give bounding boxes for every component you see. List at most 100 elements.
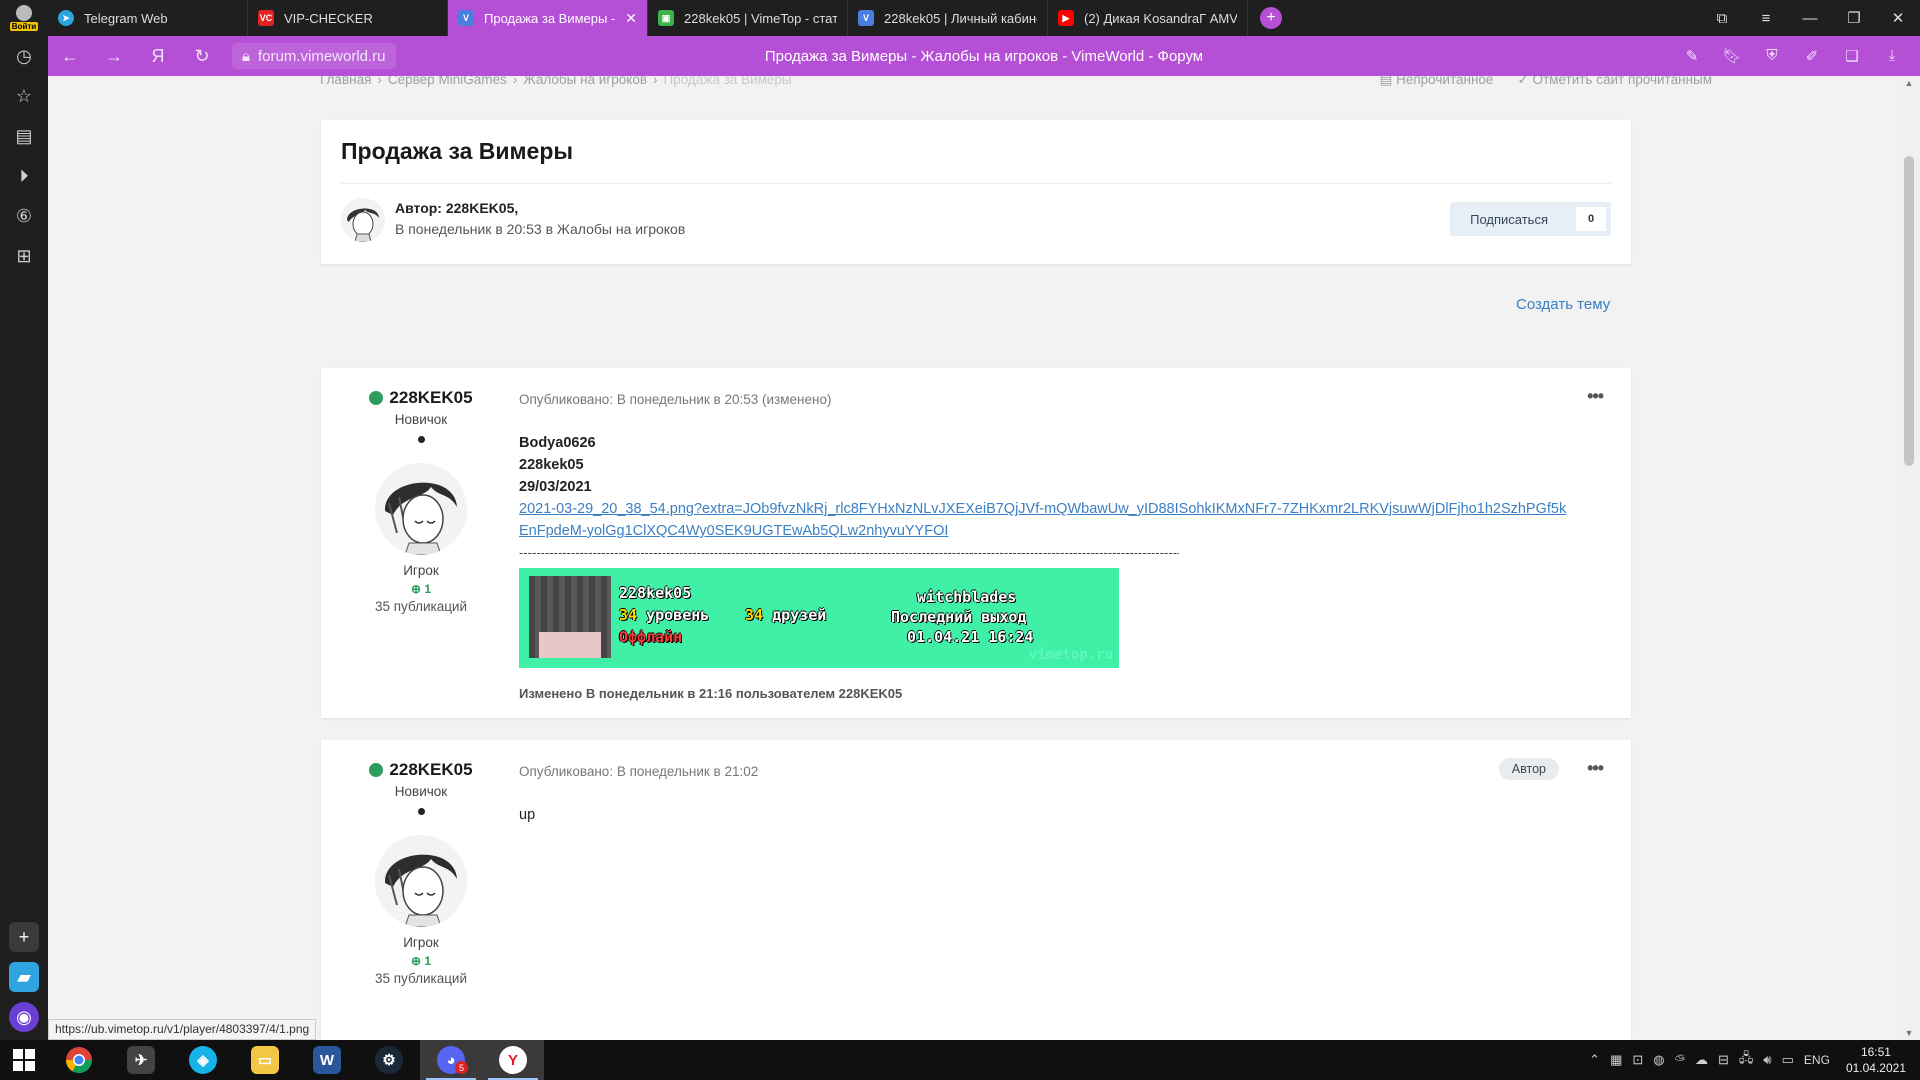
profile-login-label: Войти <box>9 22 39 31</box>
close-window-icon[interactable]: ✕ <box>1876 9 1920 27</box>
download-icon[interactable]: ⤓ <box>1874 47 1910 65</box>
banner-level-label: уровень <box>646 606 710 624</box>
topic-title: Продажа за Вимеры <box>341 138 574 164</box>
post-meta[interactable]: Опубликовано: В понедельник в 21:02 <box>519 764 758 779</box>
feather-icon[interactable]: ✎ <box>1674 47 1710 65</box>
battery-icon[interactable]: ▭ <box>1782 1052 1794 1068</box>
app-icon[interactable]: ✈ <box>110 1040 172 1080</box>
restore-icon[interactable]: ❐ <box>1832 9 1876 27</box>
post-author-name[interactable]: 228KEK05 <box>321 760 521 780</box>
protect-icon[interactable]: ⛨ <box>1754 47 1790 65</box>
add-panel-icon[interactable]: + <box>9 922 39 952</box>
tray-icon[interactable]: ⊡ <box>1632 1052 1643 1068</box>
minimize-icon[interactable]: — <box>1788 10 1832 27</box>
start-button[interactable] <box>0 1040 48 1080</box>
bookmark-icon[interactable]: 🔖︎ <box>1714 47 1750 65</box>
banner-friends-label: друзей <box>772 606 827 624</box>
tray-icon[interactable]: ⊟ <box>1718 1052 1729 1068</box>
video-icon[interactable]: ⏵ <box>0 156 48 196</box>
vimetop-player-banner[interactable]: 228kek05 34 уровень Оффлайн 34 друзей wi… <box>519 568 1119 668</box>
screenshot-link[interactable]: 2021-03-29_20_38_54.png?extra=JOb9fvzNkR… <box>519 501 1566 539</box>
network-icon[interactable]: 🖧︎ <box>1739 1049 1754 1071</box>
plane-icon: ✈ <box>127 1046 155 1074</box>
kodi-icon[interactable]: ◈ <box>172 1040 234 1080</box>
tab-title: Telegram Web <box>84 10 168 26</box>
tray-icon[interactable]: ☁ <box>1695 1052 1708 1068</box>
post-author-name[interactable]: 228KEK05 <box>321 388 521 408</box>
explorer-icon[interactable]: ▭ <box>234 1040 296 1080</box>
scroll-down-icon[interactable]: ▼ <box>1898 1028 1920 1038</box>
favorites-icon[interactable]: ☆ <box>0 76 48 116</box>
post-line: 29/03/2021 <box>519 479 592 495</box>
notes-icon[interactable]: ▤ <box>0 116 48 156</box>
kodi-logo-icon: ◈ <box>189 1046 217 1074</box>
forum-post: 228KEK05 Новичок Игрок ⊕ 1 35 публикаций… <box>321 740 1631 1040</box>
six-icon[interactable]: ⑥ <box>0 196 48 236</box>
post-menu-icon[interactable]: ••• <box>1587 386 1604 407</box>
forward-icon[interactable]: → <box>92 46 136 67</box>
author-group: Игрок <box>403 935 439 950</box>
subscribe-button[interactable]: Подписаться 0 <box>1450 202 1611 236</box>
browser-sidebar: ◷ ☆ ▤ ⏵ ⑥ ⊞ + ▰ ◉ <box>0 36 48 1040</box>
collections-icon[interactable]: ❏ <box>1834 47 1870 65</box>
post-menu-icon[interactable]: ••• <box>1587 758 1604 779</box>
create-topic-link[interactable]: Создать тему <box>1516 296 1610 313</box>
close-tab-icon[interactable]: ✕ <box>625 10 637 27</box>
tab-youtube[interactable]: ▶ (2) Дикая KosandraГ AMV <box>1048 0 1248 36</box>
tab-telegram[interactable]: ➤ Telegram Web <box>48 0 248 36</box>
tray-icon[interactable]: ⛅︎ <box>1675 1052 1685 1068</box>
breadcrumb-current: Продажа за Вимеры <box>663 76 792 87</box>
vimeworld-icon: V <box>858 10 874 26</box>
url-field[interactable]: 🔒︎ forum.vimeworld.ru <box>232 43 396 69</box>
apps-grid-icon[interactable]: ⊞ <box>0 236 48 276</box>
scrollbar-thumb[interactable] <box>1904 156 1914 466</box>
language-indicator[interactable]: ENG <box>1804 1053 1830 1067</box>
back-icon[interactable]: ← <box>48 46 92 67</box>
yandex-icon[interactable]: Я <box>136 46 180 67</box>
yandex-browser-icon[interactable]: Y <box>482 1040 544 1080</box>
pen-icon[interactable]: ✐ <box>1794 47 1830 65</box>
tray-icon[interactable]: ◍ <box>1653 1052 1664 1068</box>
profile-button[interactable]: Войти <box>0 0 48 36</box>
steam-icon[interactable]: ⚙ <box>358 1040 420 1080</box>
unread-link[interactable]: ▤ Непрочитанное <box>1380 76 1494 88</box>
breadcrumb-minigames[interactable]: Сервер MiniGames <box>388 76 507 87</box>
volume-icon[interactable]: 🔊︎ <box>1763 1052 1771 1068</box>
youtube-icon: ▶ <box>1058 10 1074 26</box>
breadcrumb-home[interactable]: Главная <box>320 76 371 87</box>
topic-author[interactable]: Автор: 228KEK05, <box>395 200 518 216</box>
history-icon[interactable]: ◷ <box>0 36 48 76</box>
chrome-icon[interactable] <box>48 1040 110 1080</box>
tab-vimeworld-cabinet[interactable]: V 228kek05 | Личный кабине <box>848 0 1048 36</box>
author-avatar[interactable] <box>341 198 385 242</box>
tab-vip-checker[interactable]: VC VIP-CHECKER <box>248 0 448 36</box>
banner-friends-num: 34 <box>745 606 764 624</box>
new-tab-button[interactable]: + <box>1260 7 1282 29</box>
reload-icon[interactable]: ↻ <box>180 46 224 67</box>
breadcrumb-complaints[interactable]: Жалобы на игроков <box>523 76 647 87</box>
mark-read-link[interactable]: ✓ Отметить сайт прочитанным <box>1517 76 1712 88</box>
tray-icon[interactable]: ▦ <box>1610 1052 1622 1068</box>
tabs-list-icon[interactable]: ⧉ <box>1700 10 1744 27</box>
scroll-up-icon[interactable]: ▲ <box>1898 78 1920 88</box>
window-controls: ⧉ ≡ — ❐ ✕ <box>1700 0 1920 36</box>
avatar[interactable] <box>375 463 467 555</box>
page-scrollbar[interactable]: ▲ ▼ <box>1898 76 1920 1040</box>
word-icon[interactable]: W <box>296 1040 358 1080</box>
banner-nick: 228kek05 <box>619 584 692 602</box>
clock[interactable]: 16:51 01.04.2021 <box>1846 1044 1906 1076</box>
messenger-icon[interactable]: ▰ <box>9 962 39 992</box>
alice-icon[interactable]: ◉ <box>9 1002 39 1032</box>
reputation-value: 1 <box>424 954 432 968</box>
plus-circle-icon: ⊕ <box>410 582 422 596</box>
tab-forum-active[interactable]: V Продажа за Вимеры - ✕ <box>448 0 648 36</box>
windows-icon <box>13 1049 35 1071</box>
tab-vimetop[interactable]: ▣ 228kek05 | VimeTop - стат <box>648 0 848 36</box>
url-text: forum.vimeworld.ru <box>257 47 386 65</box>
page-content: Главная › Сервер MiniGames › Жалобы на и… <box>48 76 1898 1040</box>
avatar[interactable] <box>375 835 467 927</box>
discord-icon[interactable]: ◕ 5 <box>420 1040 482 1080</box>
tray-icon[interactable]: ⌃ <box>1589 1052 1600 1068</box>
menu-icon[interactable]: ≡ <box>1744 10 1788 27</box>
post-meta[interactable]: Опубликовано: В понедельник в 20:53 (изм… <box>519 392 831 407</box>
